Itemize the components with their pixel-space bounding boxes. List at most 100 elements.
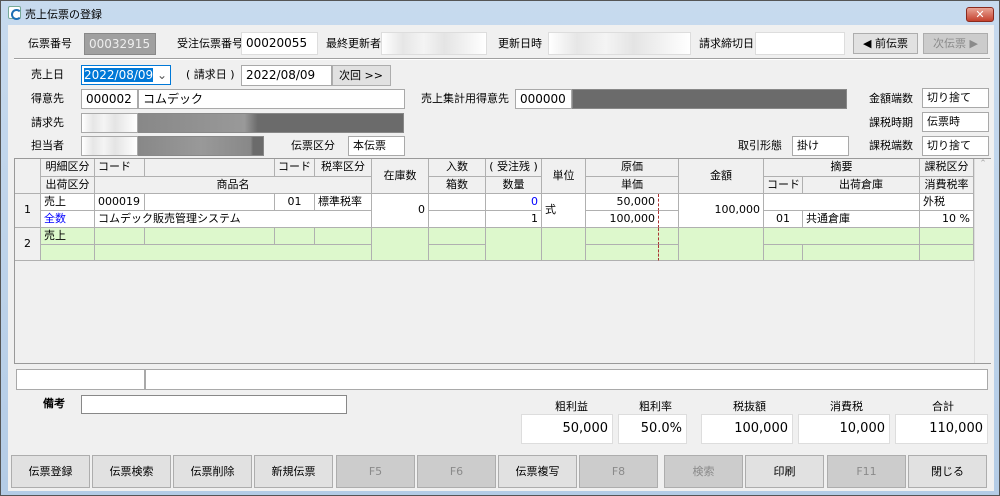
- tax-rate-cell: [920, 245, 974, 261]
- ship-type-cell[interactable]: [41, 245, 95, 261]
- next-slip-button[interactable]: 次伝票 ▶: [923, 33, 988, 54]
- cost-extra-cell: [659, 194, 679, 211]
- col-ship-type: 出荷区分: [41, 177, 95, 194]
- sale-date-select[interactable]: 2022/08/09 ⌄: [81, 65, 171, 85]
- col-cost: 原価: [586, 159, 679, 177]
- prev-slip-button[interactable]: ◀ 前伝票: [853, 33, 918, 54]
- next-button[interactable]: 次回 >>: [332, 65, 391, 86]
- col-qty: 数量: [486, 177, 542, 194]
- chevron-up-icon[interactable]: ⌃: [979, 159, 987, 169]
- detail-type-cell[interactable]: 売上: [41, 228, 95, 245]
- slip-no-field: 00032915: [84, 33, 156, 55]
- print-button[interactable]: 印刷: [745, 455, 824, 488]
- amount-cell: [679, 228, 764, 261]
- updater-field: [381, 32, 487, 55]
- closing-label: 請求締切日: [699, 37, 754, 50]
- customer-name-field: コムデック: [138, 89, 405, 109]
- cases-cell[interactable]: [429, 211, 486, 228]
- warehouse-code-cell[interactable]: [764, 245, 803, 261]
- col-memo-code: コード: [764, 177, 803, 194]
- unit-cell[interactable]: 式: [542, 194, 586, 228]
- tax-type-cell[interactable]: [920, 228, 974, 245]
- search-button[interactable]: 検索: [664, 455, 743, 488]
- billto-label: 請求先: [31, 116, 64, 129]
- tax-rate-type-cell[interactable]: 標準税率: [315, 194, 372, 211]
- tax-code-cell[interactable]: [275, 228, 315, 245]
- product-name-cell[interactable]: コムデック販売管理システム: [95, 211, 372, 228]
- register-button[interactable]: 伝票登録: [11, 455, 90, 488]
- cost-extra-cell: [659, 228, 679, 245]
- amount-round-label: 金額端数: [869, 92, 913, 105]
- tax-field: 10,000: [798, 414, 890, 444]
- memo-cell[interactable]: [764, 228, 920, 245]
- tax-rate-type-cell[interactable]: [315, 228, 372, 245]
- delete-slip-button[interactable]: 伝票削除: [173, 455, 252, 488]
- cost-cell[interactable]: 50,000: [586, 194, 659, 211]
- ship-type-cell[interactable]: 全数: [41, 211, 95, 228]
- cases-cell[interactable]: [429, 245, 486, 261]
- new-slip-button[interactable]: 新規伝票: [254, 455, 333, 488]
- f5-button[interactable]: F5: [336, 455, 415, 488]
- f8-button[interactable]: F8: [579, 455, 658, 488]
- stock-cell: 0: [372, 194, 429, 228]
- net-field: 100,000: [701, 414, 793, 444]
- blank-cell[interactable]: [145, 228, 275, 245]
- agg-customer-label: 売上集計用得意先: [421, 92, 509, 105]
- warehouse-code-cell[interactable]: 01: [764, 211, 803, 228]
- col-detail-type: 明細区分: [41, 159, 95, 177]
- f11-button[interactable]: F11: [827, 455, 906, 488]
- search-slip-button[interactable]: 伝票検索: [92, 455, 171, 488]
- order-no-field[interactable]: 00020055: [241, 32, 318, 55]
- tax-round-field: 切り捨て: [922, 136, 989, 156]
- updated-field: [548, 32, 691, 55]
- per-case-cell[interactable]: [429, 194, 486, 211]
- product-name-cell[interactable]: [95, 245, 372, 261]
- unit-price-cell[interactable]: [586, 245, 659, 261]
- sale-date-label: 売上日: [31, 68, 64, 81]
- per-case-cell[interactable]: [429, 228, 486, 245]
- unit-price-cell[interactable]: 100,000: [586, 211, 659, 228]
- window-title: 売上伝票の登録: [25, 8, 102, 21]
- tax-type-cell[interactable]: 外税: [920, 194, 974, 211]
- updated-label: 更新日時: [498, 37, 542, 50]
- grid-scrollbar[interactable]: ⌃: [974, 159, 991, 363]
- col-tax-type: 課税区分: [920, 159, 974, 177]
- close-button[interactable]: ✕: [966, 7, 994, 22]
- stock-cell: [372, 228, 429, 261]
- cost-cell[interactable]: [586, 228, 659, 245]
- agg-customer-code-field[interactable]: 000000: [515, 89, 572, 109]
- billto-code-field[interactable]: [81, 113, 138, 133]
- net-label: 税抜額: [733, 400, 766, 413]
- detail-type-cell[interactable]: 売上: [41, 194, 95, 211]
- row-number[interactable]: 2: [15, 228, 41, 261]
- col-backorder: ( 受注残 ): [486, 159, 542, 177]
- customer-code-field[interactable]: 000002: [81, 89, 138, 109]
- qty-cell[interactable]: [486, 228, 542, 261]
- memo-cell[interactable]: [764, 194, 920, 211]
- col-memo: 摘要: [764, 159, 920, 177]
- product-code-cell[interactable]: [95, 228, 145, 245]
- bill-date-field[interactable]: 2022/08/09: [241, 65, 332, 86]
- col-unit: 単位: [542, 159, 586, 194]
- col-per-case: 入数: [429, 159, 486, 177]
- remarks-field[interactable]: [81, 395, 347, 414]
- slip-no-label: 伝票番号: [28, 37, 72, 50]
- f6-button[interactable]: F6: [417, 455, 496, 488]
- row-number[interactable]: 1: [15, 194, 41, 228]
- blank-cell[interactable]: [145, 194, 275, 211]
- unit-cell[interactable]: [542, 228, 586, 261]
- total-field: 110,000: [895, 414, 988, 444]
- copy-slip-button[interactable]: 伝票複写: [498, 455, 577, 488]
- close-form-button[interactable]: 閉じる: [908, 455, 987, 488]
- tax-code-cell[interactable]: 01: [275, 194, 315, 211]
- closing-field[interactable]: [755, 32, 845, 55]
- form-body: 伝票番号 00032915 受注伝票番号 00020055 最終更新者 更新日時…: [8, 25, 994, 491]
- qty-cell[interactable]: 1: [486, 211, 542, 228]
- col-product: 商品名: [95, 177, 372, 194]
- warehouse-cell[interactable]: [803, 245, 920, 261]
- product-code-cell[interactable]: 000019: [95, 194, 145, 211]
- warehouse-cell[interactable]: 共通倉庫: [803, 211, 920, 228]
- detail-grid: 明細区分 出荷区分 コード コード 税率区分 商品名 在庫数 入数 箱数 ( 受…: [14, 158, 991, 364]
- amount-round-field: 切り捨て: [922, 88, 989, 108]
- staff-code-field[interactable]: [81, 136, 138, 156]
